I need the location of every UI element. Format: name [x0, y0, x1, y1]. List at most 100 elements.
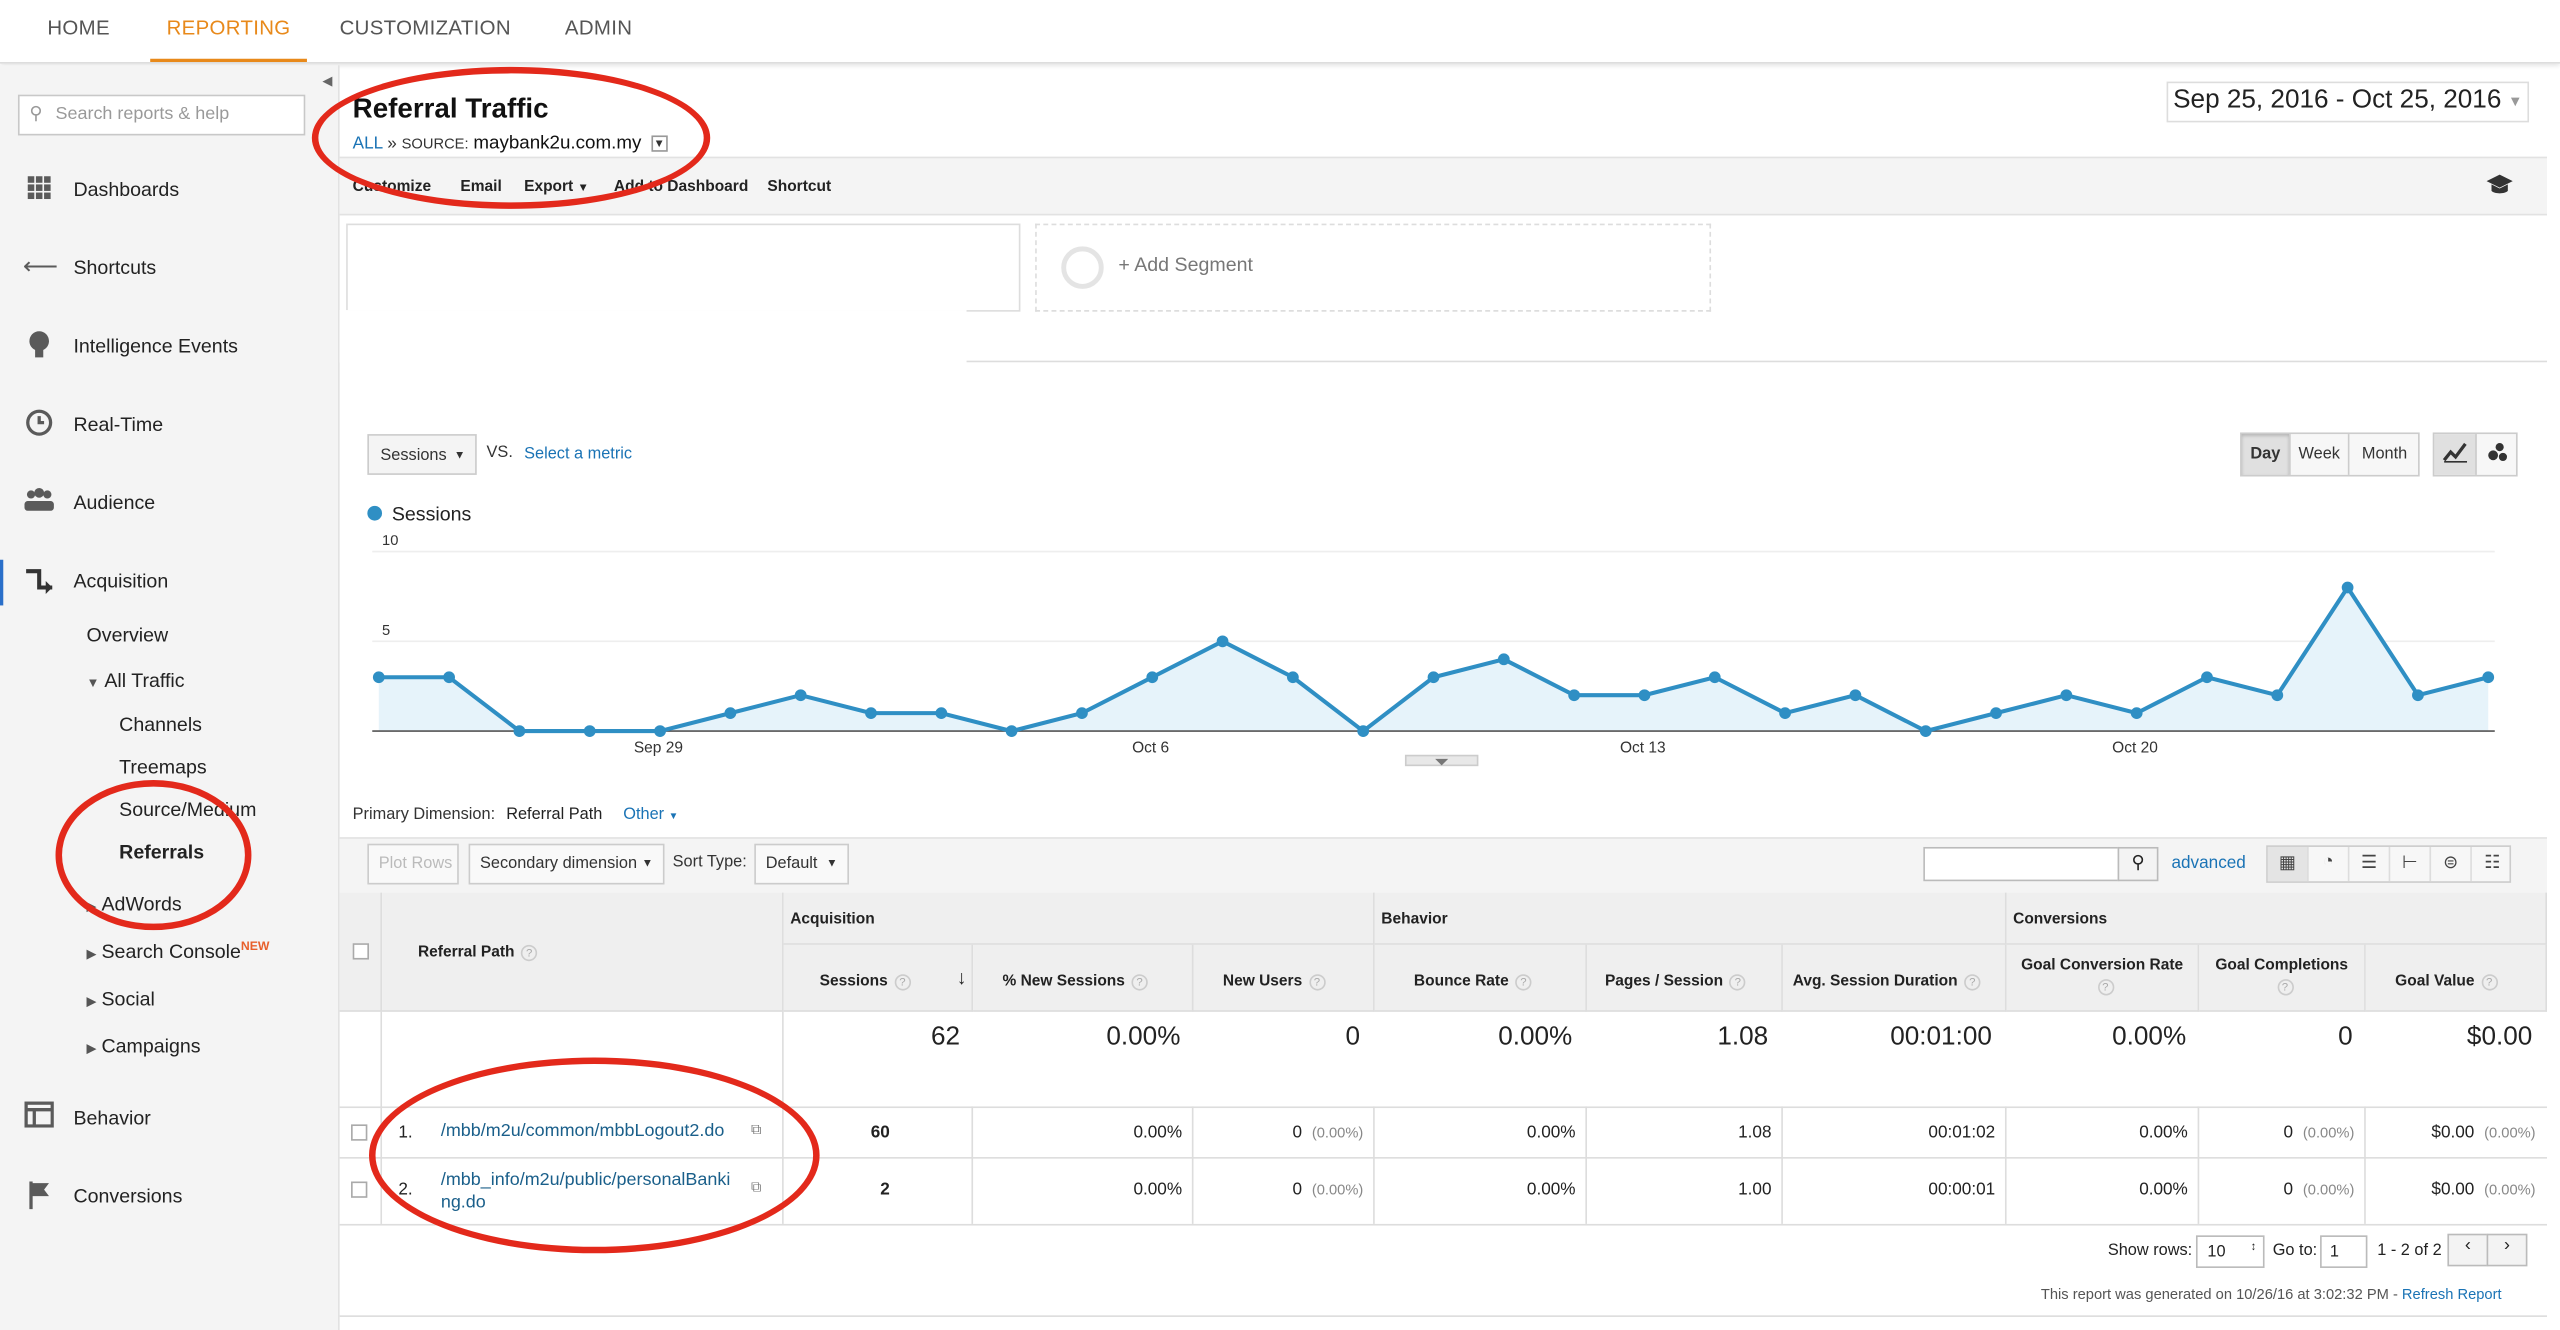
select-metric-link[interactable]: Select a metric	[524, 446, 632, 464]
help-icon[interactable]: ?	[1515, 974, 1532, 991]
sidebar-item-acquisition[interactable]: Acquisition	[0, 559, 338, 606]
header-label: Goal Conversion Rate	[2021, 956, 2184, 975]
pie-chart-icon[interactable]: ◔	[2309, 846, 2350, 882]
goal-conversion-rate-header[interactable]: Goal Conversion Rate?	[2006, 944, 2200, 1012]
data-table-icon[interactable]: ▦	[2267, 846, 2309, 882]
nav-home[interactable]: HOME	[47, 16, 110, 62]
total-goal-value: $0.00	[2466, 1023, 2533, 1051]
help-icon[interactable]: ?	[2481, 974, 2498, 991]
sidebar-item-conversions[interactable]: Conversions	[0, 1175, 338, 1221]
day-button[interactable]: Day	[2241, 434, 2291, 475]
bar-chart-icon[interactable]: ☰	[2349, 846, 2391, 882]
help-icon[interactable]: ?	[2097, 979, 2114, 996]
avg-session-duration-header[interactable]: Avg. Session Duration?	[1782, 944, 2007, 1012]
chevron-left-icon[interactable]: ‹	[2447, 1233, 2489, 1267]
sidebar-label: Search Console	[101, 939, 241, 963]
refresh-report-link[interactable]: Refresh Report	[2402, 1286, 2502, 1302]
value: 0	[2283, 1122, 2294, 1143]
sidebar-item-shortcuts[interactable]: ⟵ Shortcuts	[0, 246, 338, 292]
behavior-group-header: Behavior	[1374, 892, 2007, 945]
sidebar-item-audience[interactable]: Audience	[0, 481, 338, 527]
row-checkbox[interactable]	[351, 1124, 368, 1141]
nav-reporting[interactable]: REPORTING	[150, 16, 307, 63]
y-tick-label: 5	[382, 623, 390, 639]
segment-box[interactable]	[346, 223, 1021, 312]
data-point	[583, 725, 596, 737]
sidebar-item-all-traffic[interactable]: ▼ All Traffic	[87, 669, 185, 692]
sidebar-item-social[interactable]: ▶ Social	[87, 987, 155, 1010]
chevron-right-icon[interactable]: ›	[2486, 1233, 2528, 1267]
shortcut-button[interactable]: Shortcut	[767, 178, 831, 196]
show-rows-select[interactable]: 10 ↕	[2195, 1235, 2265, 1268]
top-nav: HOME REPORTING CUSTOMIZATION ADMIN	[0, 0, 2560, 64]
table-search-input[interactable]	[1923, 846, 2120, 882]
collapse-sidebar-icon[interactable]: ◀	[317, 69, 338, 95]
sidebar-item-real-time[interactable]: Real-Time	[0, 403, 338, 449]
header-label: Bounce Rate	[1413, 972, 1509, 991]
week-button[interactable]: Week	[2291, 434, 2350, 475]
sidebar-item-treemaps[interactable]: Treemaps	[119, 756, 206, 779]
sort-type-select[interactable]: Default ▼	[754, 843, 850, 885]
help-icon[interactable]: ?	[1964, 974, 1981, 991]
new-users-header[interactable]: New Users?	[1193, 944, 1375, 1012]
plot-rows-button[interactable]: Plot Rows	[367, 843, 459, 885]
go-to-input[interactable]: 1	[2320, 1235, 2368, 1268]
pivot-icon[interactable]: ☷	[2472, 847, 2513, 881]
search-icon[interactable]: ⚲	[2117, 846, 2159, 882]
pages-session-header[interactable]: Pages / Session?	[1586, 944, 1783, 1012]
sidebar-item-channels[interactable]: Channels	[119, 713, 202, 736]
sidebar-item-campaigns[interactable]: ▶ Campaigns	[87, 1035, 201, 1058]
help-icon[interactable]: ?	[1131, 974, 1148, 991]
value: $0.00	[2431, 1179, 2475, 1200]
bounce-rate-cell: 0.00%	[1526, 1122, 1576, 1143]
total-goal-completions: 0	[2338, 1023, 2353, 1051]
secondary-dimension-select[interactable]: Secondary dimension ▼	[468, 843, 665, 885]
month-button[interactable]: Month	[2349, 434, 2419, 475]
help-icon[interactable]: ?	[1729, 974, 1746, 991]
new-sessions-header[interactable]: % New Sessions?	[973, 944, 1194, 1012]
row-checkbox[interactable]	[351, 1181, 368, 1198]
referral-path-header[interactable]: Referral Path?	[382, 892, 784, 1012]
term-cloud-icon[interactable]: ⊜	[2431, 846, 2472, 882]
total-new-sessions: 0.00%	[1106, 1023, 1181, 1051]
sidebar-item-intelligence-events[interactable]: Intelligence Events	[0, 325, 338, 371]
avg-duration-cell: 00:00:01	[1928, 1179, 1996, 1200]
sidebar-label: Campaigns	[101, 1034, 201, 1058]
bounce-rate-header[interactable]: Bounce Rate?	[1374, 944, 1587, 1012]
date-range-picker[interactable]: Sep 25, 2016 - Oct 25, 2016 ▼	[2166, 81, 2530, 123]
nav-customization[interactable]: CUSTOMIZATION	[340, 16, 511, 62]
report-generated-note: This report was generated on 10/26/16 at…	[2041, 1286, 2502, 1302]
sidebar-item-search-console[interactable]: ▶ Search ConsoleNEW	[87, 938, 270, 962]
sidebar-item-dashboards[interactable]: Dashboards	[0, 168, 338, 214]
comparison-icon[interactable]: ⊢	[2390, 846, 2432, 882]
advanced-filter-link[interactable]: advanced	[2171, 853, 2245, 873]
sessions-header[interactable]: Sessions? ↓	[783, 944, 974, 1012]
metric-select[interactable]: Sessions ▼	[367, 434, 477, 475]
annotation-circle	[368, 1057, 820, 1254]
percent: (0.00%)	[2484, 1124, 2536, 1141]
motion-chart-icon[interactable]	[2477, 434, 2519, 475]
value: 0	[1292, 1179, 1303, 1200]
y-tick-label: 10	[382, 535, 398, 549]
select-all-checkbox[interactable]	[352, 943, 369, 960]
help-icon[interactable]: ?	[1308, 974, 1326, 991]
help-icon[interactable]: ?	[521, 944, 538, 962]
data-point	[513, 725, 526, 737]
help-icon[interactable]: ?	[894, 974, 911, 991]
help-icon[interactable]: ?	[2276, 979, 2294, 996]
other-dimension-link[interactable]: Other ▼	[623, 806, 678, 824]
add-segment-button[interactable]: + Add Segment	[1035, 223, 1712, 312]
goal-completions-header[interactable]: Goal Completions?	[2199, 944, 2366, 1012]
sidebar-item-overview[interactable]: Overview	[87, 623, 169, 646]
sort-arrow-icon[interactable]: ↓	[957, 966, 967, 989]
add-segment-label: + Add Segment	[1118, 252, 1253, 276]
chart-legend: Sessions	[367, 503, 471, 525]
graduation-cap-icon[interactable]	[2485, 173, 2514, 201]
data-point	[1076, 707, 1088, 720]
nav-admin[interactable]: ADMIN	[565, 16, 632, 62]
search-reports-input[interactable]: ⚲ Search reports & help	[17, 94, 306, 136]
active-indicator	[0, 559, 4, 606]
sidebar-item-behavior[interactable]: Behavior	[0, 1097, 338, 1143]
goal-value-header[interactable]: Goal Value?	[2365, 944, 2548, 1012]
line-chart-icon[interactable]	[2434, 434, 2477, 475]
